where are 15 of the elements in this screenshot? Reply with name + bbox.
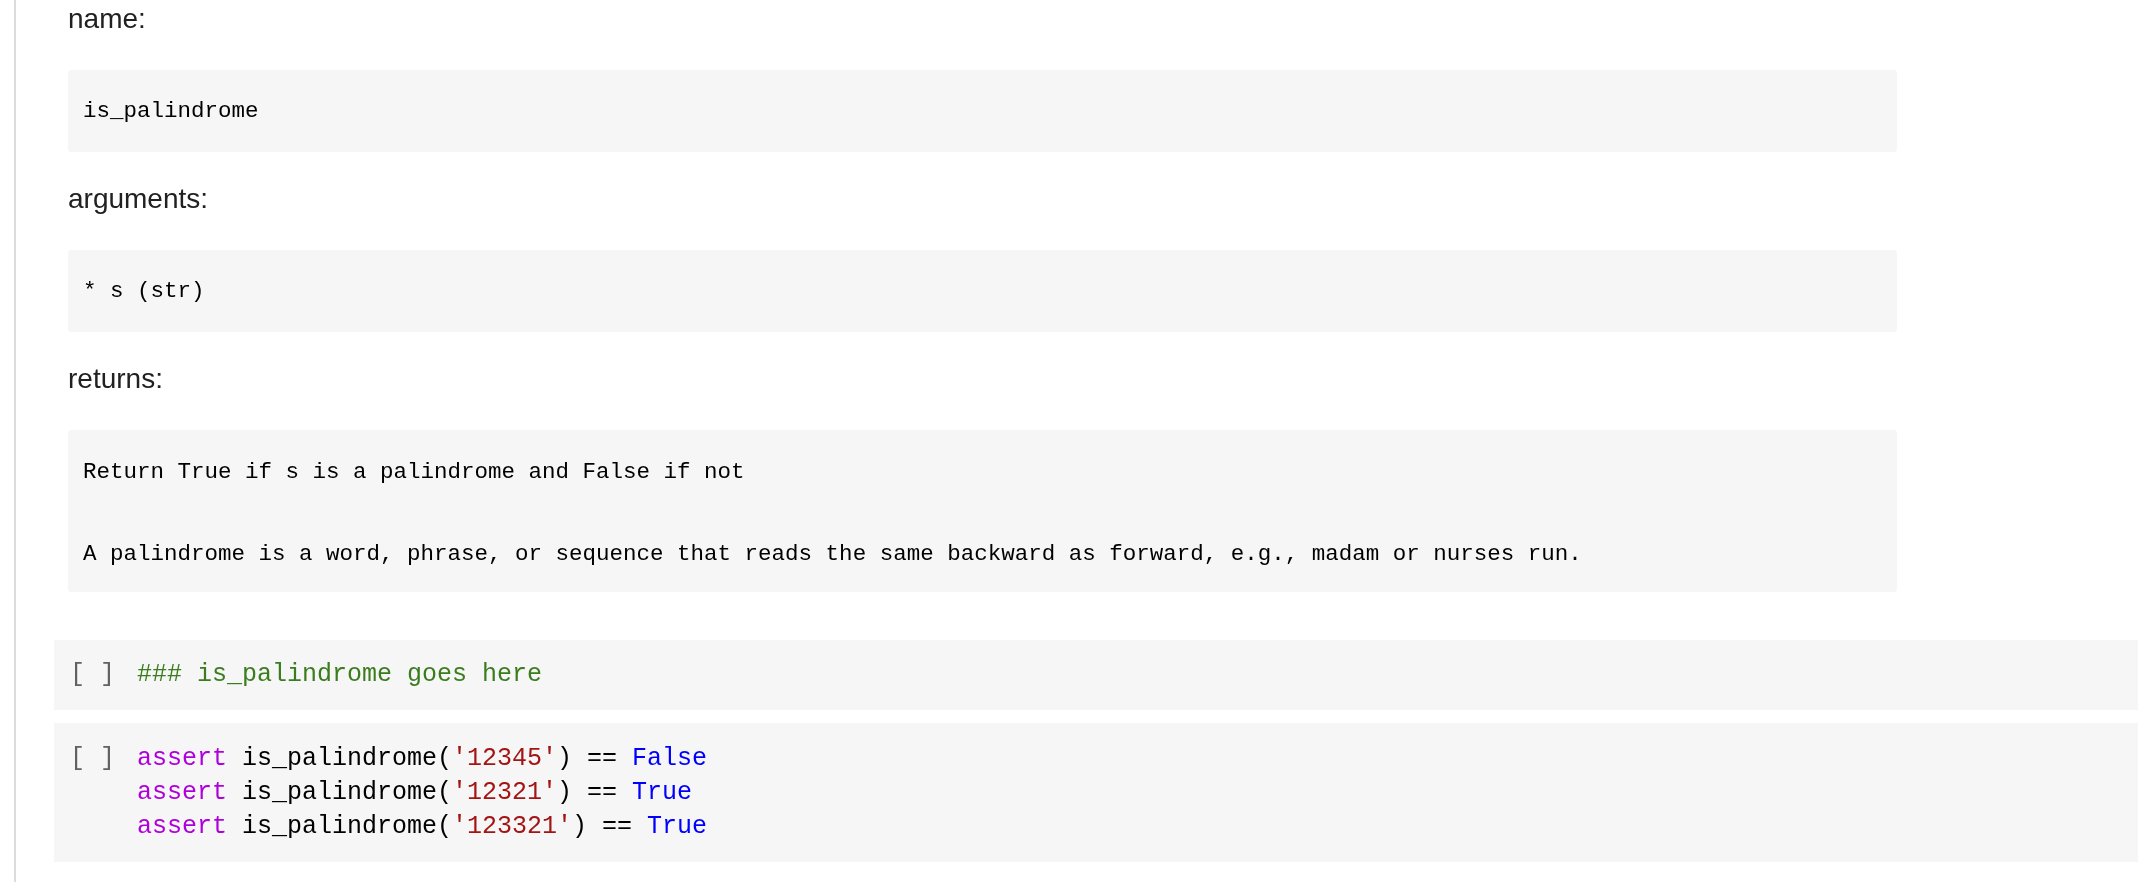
code-line: assert is_palindrome('123321') == True [137,811,708,843]
code-text: is_palindrome [83,98,259,124]
code-text: A palindrome is a word, phrase, or sequence that reads the same backward as forward, e.g., madam or nurses run. [83,541,1582,567]
code-cell[interactable]: [ ] ### is_palindrome goes here [54,640,2138,710]
code-line: assert is_palindrome('12321') == True [137,777,693,809]
code-line: ### is_palindrome goes here [137,659,543,691]
code-line: assert is_palindrome('12345') == False [137,743,708,775]
code-text: * s (str) [83,278,205,304]
section-heading: returns: [68,362,164,396]
execution-count: [ ] [70,743,115,775]
code-text: Return True if s is a palindrome and False if not [83,459,745,485]
execution-count: [ ] [70,659,115,691]
section-heading: name: [68,2,147,36]
code-cell[interactable]: [ ] assert is_palindrome('12345') == False assert is_palindrome('12321') == True assert is_palindrome('123321') == True [54,723,2138,862]
section-heading: arguments: [68,182,210,216]
